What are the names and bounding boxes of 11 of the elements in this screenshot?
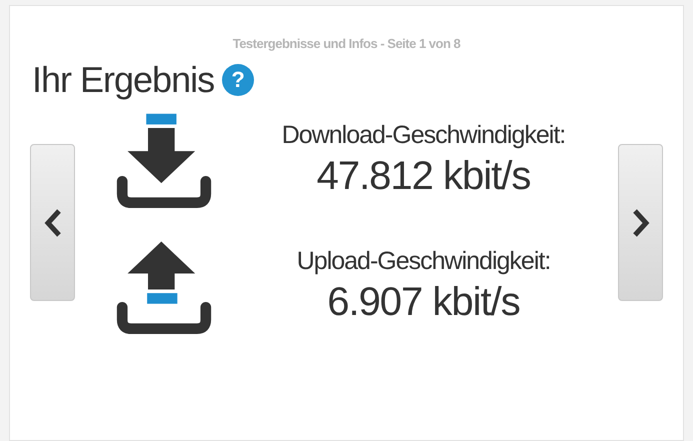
next-button[interactable] (618, 144, 663, 301)
speed-value: 6.907 kbit/s (327, 278, 520, 326)
speed-value: 47.812 kbit/s (316, 152, 530, 200)
previous-button[interactable] (30, 144, 75, 301)
chevron-right-icon (630, 208, 650, 238)
result-title: Ihr Ergebnis (32, 58, 214, 102)
speed-label: Upload-Geschwindigkeit: (296, 246, 550, 276)
page-subtitle: Testergebnisse und Infos - Seite 1 von 8 (232, 35, 460, 53)
speed-label: Download-Geschwindigkeit: (282, 120, 566, 150)
chevron-left-icon (42, 208, 62, 238)
help-icon[interactable]: ? (222, 64, 254, 96)
